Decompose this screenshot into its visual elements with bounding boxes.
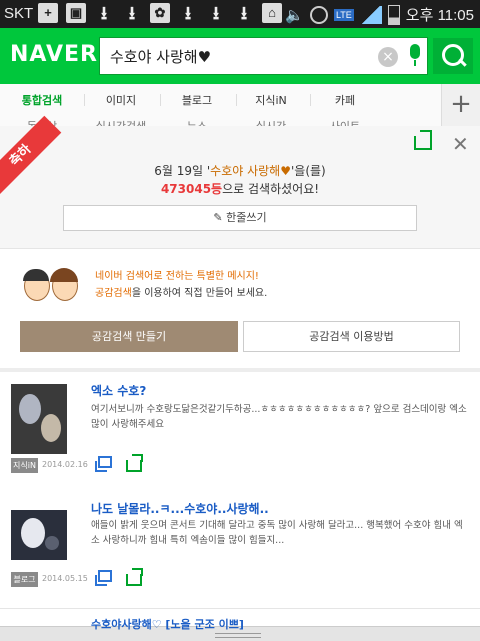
volume-icon: 🔈 <box>285 6 304 24</box>
make-empathy-search-button[interactable]: 공감검색 만들기 <box>20 321 238 352</box>
copy-icon[interactable] <box>95 570 112 586</box>
status-bar: SKT + ▣ ⭳ ⭳ ✿ ⭳ ⭳ ⭳ ⌂ 🔈 LTE 오후 11:05 <box>0 0 480 28</box>
promo-headline: 네이버 검색어로 전하는 특별한 메시지! <box>95 271 259 282</box>
search-tabs: 통합검색 이미지 블로그 지식iN 카페 동영상 실시간검색 뉴스 실시간 사이… <box>0 84 480 127</box>
result-snippet: 여기서보니까 수호랑도닮은것같기두하공...ㅎㅎㅎㅎㅎㅎㅎㅎㅎㅎㅎㅎ? 앞으로 … <box>91 404 467 430</box>
congrats-line2: 473045등으로 검색하셨어요! <box>160 182 320 196</box>
download-icon: ⭳ <box>184 3 192 23</box>
source-badge: 블로그 <box>11 572 38 587</box>
bottom-handle-bar[interactable]: 수호야사랑해♡ [노을 군조 이쁘] <box>0 618 480 641</box>
result-thumbnail[interactable] <box>11 510 67 560</box>
image-icon: ▣ <box>66 3 86 23</box>
app-icon: ⌂ <box>262 3 282 23</box>
search-query[interactable]: 수호야 사랑해♥ <box>110 46 211 67</box>
result-title[interactable]: 나도 날몰라..ㅋ...수호야..사랑해.. <box>91 500 269 517</box>
howto-empathy-search-button[interactable]: 공감검색 이용방법 <box>243 321 460 352</box>
notification-icons: + ▣ ⭳ ⭳ ✿ ⭳ ⭳ ⭳ ⌂ <box>38 3 282 23</box>
status-right: 🔈 LTE 오후 11:05 <box>285 4 474 25</box>
couple-illustration <box>22 265 80 309</box>
search-button[interactable] <box>433 38 473 74</box>
download-icon: ⭳ <box>240 3 248 23</box>
lte-icon: LTE <box>333 8 354 21</box>
congrats-line1: 6월 19일 '수호야 사랑해♥'을(를) <box>154 164 326 178</box>
tab-kin[interactable]: 지식iN <box>236 92 306 108</box>
next-result-title[interactable]: 수호야사랑해♡ [노을 군조 이쁘] <box>91 616 244 632</box>
result-date: 2014.02.16 <box>42 460 88 469</box>
download-icon: ⭳ <box>212 3 220 23</box>
drag-handle[interactable] <box>215 633 261 638</box>
result-snippet: 애들이 밝게 웃으며 콘서트 기대해 달라고 중독 많이 사랑해 달라고... … <box>91 520 463 546</box>
carrier-label: SKT <box>4 5 34 22</box>
copy-icon[interactable] <box>95 456 112 472</box>
alarm-icon <box>309 5 328 24</box>
search-result: 지식iN 2014.02.16 엑소 수호? 여기서보니까 수호랑도닮은것같기두… <box>0 372 480 491</box>
share-icon[interactable] <box>126 568 143 586</box>
share-icon[interactable] <box>126 454 143 472</box>
write-comment-button[interactable]: ✎ 한줄쓰기 <box>63 205 417 231</box>
more-tabs-button[interactable]: + <box>441 84 480 126</box>
search-result: 블로그 2014.05.15 나도 날몰라..ㅋ...수호야..사랑해.. 애들… <box>0 490 480 609</box>
clear-icon[interactable]: × <box>378 47 398 67</box>
plus-icon: + <box>38 3 58 23</box>
tab-images[interactable]: 이미지 <box>86 92 156 108</box>
tab-cafe[interactable]: 카페 <box>310 92 380 108</box>
empathy-search-promo: 네이버 검색어로 전하는 특별한 메시지! 공감검색을 이용하여 직접 만들어 … <box>0 248 480 369</box>
app-icon: ✿ <box>150 3 170 23</box>
pencil-icon: ✎ <box>213 211 227 224</box>
signal-icon <box>359 5 382 24</box>
search-rank: 473045등 <box>160 182 223 196</box>
mic-icon[interactable] <box>406 44 424 68</box>
download-icon: ⭳ <box>100 3 108 23</box>
search-header: NAVER 수호야 사랑해♥ × <box>0 28 480 84</box>
download-icon: ⭳ <box>128 3 136 23</box>
promo-subline: 공감검색을 이용하여 직접 만들어 보세요. <box>95 288 268 299</box>
congrats-card: 축하 ✕ 6월 19일 '수호야 사랑해♥'을(를) 473045등으로 검색하… <box>0 115 480 248</box>
naver-logo[interactable]: NAVER <box>10 42 98 67</box>
close-icon[interactable]: ✕ <box>452 132 469 156</box>
share-icon[interactable] <box>414 130 432 150</box>
source-badge: 지식iN <box>11 458 38 473</box>
result-date: 2014.05.15 <box>42 574 88 583</box>
search-input[interactable]: 수호야 사랑해♥ × <box>99 37 428 75</box>
result-thumbnail[interactable] <box>11 384 67 454</box>
clock: 오후 11:05 <box>405 7 474 24</box>
tab-integrated[interactable]: 통합검색 <box>7 92 77 108</box>
tab-blog[interactable]: 블로그 <box>162 92 232 108</box>
result-title[interactable]: 엑소 수호? <box>91 382 146 399</box>
battery-icon <box>387 4 400 25</box>
